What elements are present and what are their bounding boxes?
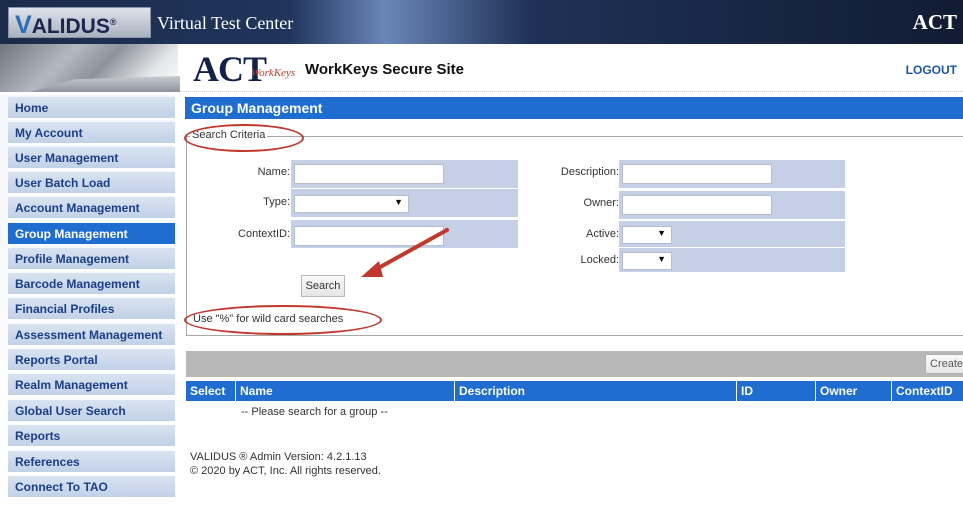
sidebar-item-profile-management[interactable]: Profile Management [8,248,175,271]
validus-logo: VALIDUS® [8,7,151,39]
active-select[interactable]: ▼ [622,226,672,244]
name-label: Name: [257,166,290,178]
sidebar-item-global-user-search[interactable]: Global User Search [8,400,175,423]
results-table-header: Select Name Description ID Owner Context… [186,381,963,401]
page-title: Group Management [185,97,963,119]
chevron-down-icon: ▼ [394,197,403,207]
owner-label: Owner: [583,197,619,209]
column-header-description[interactable]: Description [455,381,737,401]
search-button[interactable]: Search [301,275,345,297]
laptop-graphic [0,44,180,92]
site-title: WorkKeys Secure Site [305,61,464,78]
logout-link[interactable]: LOGOUT [906,63,957,77]
sidebar: Home My Account User Management User Bat… [0,95,175,520]
sidebar-item-user-batch-load[interactable]: User Batch Load [8,172,175,195]
sidebar-item-connect-to-tao[interactable]: Connect To TAO [8,476,175,499]
locked-label: Locked: [580,254,619,266]
type-select[interactable]: ▼ [294,195,409,213]
chevron-down-icon: ▼ [657,228,666,238]
sidebar-item-home[interactable]: Home [8,97,175,120]
column-header-owner[interactable]: Owner [816,381,892,401]
chevron-down-icon: ▼ [657,254,666,264]
sidebar-item-barcode-management[interactable]: Barcode Management [8,273,175,296]
action-bar [186,351,963,377]
owner-input[interactable] [622,195,772,215]
active-label: Active: [585,228,619,240]
type-label: Type: [263,196,290,208]
column-header-id[interactable]: ID [737,381,816,401]
validus-brand-text: VALIDUS® [15,11,117,39]
copyright-text: © 2020 by ACT, Inc. All rights reserved. [190,465,381,477]
context-label: ContextID: [238,228,290,240]
column-header-select[interactable]: Select [186,381,236,401]
column-header-name[interactable]: Name [236,381,455,401]
create-button[interactable]: Create [925,354,963,374]
column-header-contextid[interactable]: ContextID [892,381,963,401]
sidebar-item-account-management[interactable]: Account Management [8,197,175,220]
sidebar-item-reports-portal[interactable]: Reports Portal [8,349,175,372]
sidebar-item-realm-management[interactable]: Realm Management [8,374,175,397]
wildcard-note: Use "%" for wild card searches [193,313,344,325]
locked-select[interactable]: ▼ [622,252,672,270]
description-input[interactable] [622,164,772,184]
sidebar-item-my-account[interactable]: My Account [8,122,175,145]
description-label: Description: [560,166,619,178]
app-title: Virtual Test Center [157,13,294,33]
sidebar-item-financial-profiles[interactable]: Financial Profiles [8,298,175,321]
sidebar-item-references[interactable]: References [8,451,175,474]
sidebar-item-group-management[interactable]: Group Management [8,223,175,246]
name-input[interactable] [294,164,444,184]
sidebar-item-reports[interactable]: Reports [8,425,175,448]
workkeys-logo: WorkKeys [251,67,296,79]
search-criteria-legend: Search Criteria [190,129,268,141]
version-text: VALIDUS ® Admin Version: 4.2.1.13 [190,451,367,463]
top-act-logo: ACT [912,10,957,34]
sidebar-item-assessment-management[interactable]: Assessment Management [8,324,175,347]
context-input[interactable] [294,226,444,246]
empty-results-message: -- Please search for a group -- [241,406,388,418]
sidebar-item-user-management[interactable]: User Management [8,147,175,170]
